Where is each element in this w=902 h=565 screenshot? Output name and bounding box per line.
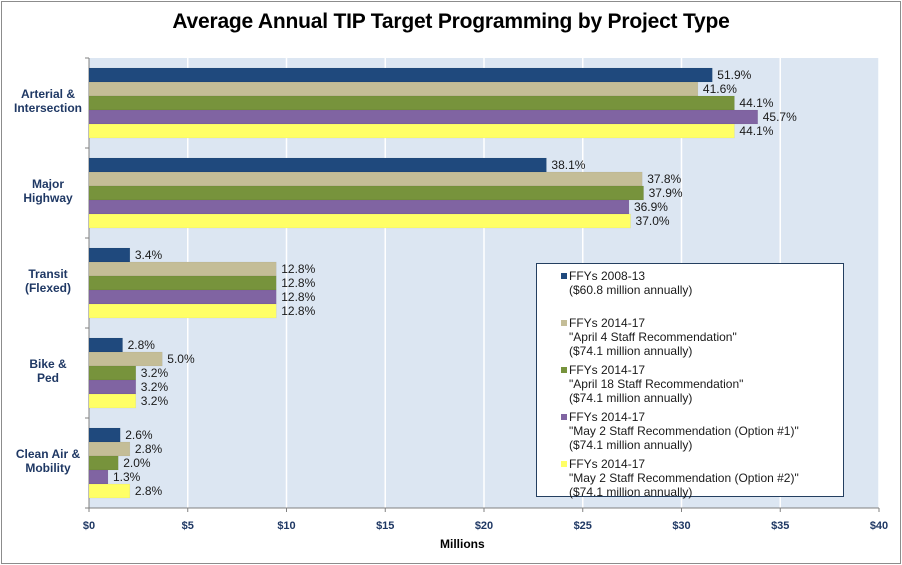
x-tick-label: $25 — [574, 520, 592, 532]
legend-item: FFYs 2014-17 "April 4 Staff Recommendatio… — [561, 316, 737, 358]
category-label: Clean Air & Mobility — [16, 447, 81, 475]
data-label: 2.0% — [123, 456, 151, 470]
bar — [88, 483, 131, 499]
bar — [88, 199, 630, 215]
x-tick-label: $30 — [672, 520, 690, 532]
category-label: Major Highway — [23, 177, 73, 205]
bar — [88, 351, 163, 367]
legend-text: "May 2 Staff Recommendation (Option #2)" — [569, 471, 799, 485]
data-label: 3.2% — [141, 366, 169, 380]
legend-text: FFYs 2014-17 — [569, 457, 646, 471]
legend-text: FFYs 2008-13 — [569, 269, 646, 283]
legend-swatch — [561, 461, 567, 467]
data-label: 41.6% — [703, 82, 737, 96]
data-label: 1.3% — [113, 470, 141, 484]
x-tick-label: $5 — [182, 520, 194, 532]
x-tick-label: $15 — [376, 520, 394, 532]
bar — [88, 157, 547, 173]
category-label: Bike & Ped — [29, 357, 67, 385]
legend-item: FFYs 2014-17 "May 2 Staff Recommendation … — [561, 410, 799, 452]
legend-text: ($74.1 million annually) — [569, 344, 693, 358]
data-label: 37.0% — [636, 214, 670, 228]
data-label: 44.1% — [739, 96, 773, 110]
legend-text: FFYs 2014-17 — [569, 316, 646, 330]
data-label: 3.2% — [141, 394, 169, 408]
data-label: 12.8% — [281, 290, 315, 304]
data-label: 12.8% — [281, 304, 315, 318]
legend-text: ($74.1 million annually) — [569, 485, 693, 499]
legend-swatch — [561, 273, 567, 279]
data-label: 2.8% — [135, 484, 163, 498]
bar — [88, 67, 713, 83]
legend-text: ($60.8 million annually) — [569, 283, 693, 297]
bar — [88, 275, 277, 291]
bar — [88, 455, 119, 471]
data-label: 5.0% — [167, 352, 195, 366]
bar — [88, 213, 631, 229]
bar — [88, 427, 121, 443]
bar — [88, 123, 735, 139]
x-tick-label: $20 — [475, 520, 493, 532]
legend-swatch — [561, 320, 567, 326]
x-tick-label: $35 — [771, 520, 789, 532]
bar — [88, 365, 137, 381]
legend-item: FFYs 2014-17 "May 2 Staff Recommendation … — [561, 457, 799, 499]
category-label: Arterial & Intersection — [14, 87, 82, 115]
bar — [88, 171, 643, 187]
legend-item: FFYs 2014-17 "April 18 Staff Recommendati… — [561, 363, 744, 405]
data-label: 12.8% — [281, 276, 315, 290]
bar — [88, 337, 123, 353]
data-label: 44.1% — [739, 124, 773, 138]
data-label: 3.4% — [135, 248, 163, 262]
x-axis-label: Millions — [440, 537, 485, 551]
legend-swatch — [561, 414, 567, 420]
x-tick-label: $10 — [277, 520, 295, 532]
bar — [88, 185, 644, 201]
category-label: Transit (Flexed) — [25, 267, 71, 295]
bar — [88, 95, 735, 111]
legend-text: "April 4 Staff Recommendation" — [569, 330, 737, 344]
data-label: 38.1% — [551, 158, 585, 172]
x-tick-label: $0 — [83, 520, 95, 532]
bar — [88, 303, 277, 319]
legend-text: FFYs 2014-17 — [569, 410, 646, 424]
bar — [88, 81, 699, 97]
data-label: 2.6% — [125, 428, 153, 442]
data-label: 36.9% — [634, 200, 668, 214]
data-label: 3.2% — [141, 380, 169, 394]
data-label: 2.8% — [128, 338, 156, 352]
legend-text: ($74.1 million annually) — [569, 391, 693, 405]
legend-text: "April 18 Staff Recommendation" — [569, 377, 744, 391]
bar — [88, 393, 137, 409]
legend-swatch — [561, 367, 567, 373]
bar — [88, 109, 758, 125]
x-tick-label: $40 — [870, 520, 888, 532]
legend-item: FFYs 2008-13 ($60.8 million annually) — [561, 269, 693, 297]
bar — [88, 441, 131, 457]
legend-text: "May 2 Staff Recommendation (Option #1)" — [569, 424, 799, 438]
bar — [88, 247, 131, 263]
data-label: 12.8% — [281, 262, 315, 276]
data-label: 51.9% — [717, 68, 751, 82]
bar — [88, 261, 277, 277]
bar — [88, 469, 109, 485]
bar — [88, 289, 277, 305]
data-label: 45.7% — [763, 110, 797, 124]
data-label: 37.9% — [649, 186, 683, 200]
legend-text: ($74.1 million annually) — [569, 438, 693, 452]
chart-legend: FFYs 2008-13 ($60.8 million annually) FFYs… — [536, 263, 844, 499]
legend-text: FFYs 2014-17 — [569, 363, 646, 377]
data-label: 2.8% — [135, 442, 163, 456]
bar — [88, 379, 137, 395]
data-label: 37.8% — [647, 172, 681, 186]
